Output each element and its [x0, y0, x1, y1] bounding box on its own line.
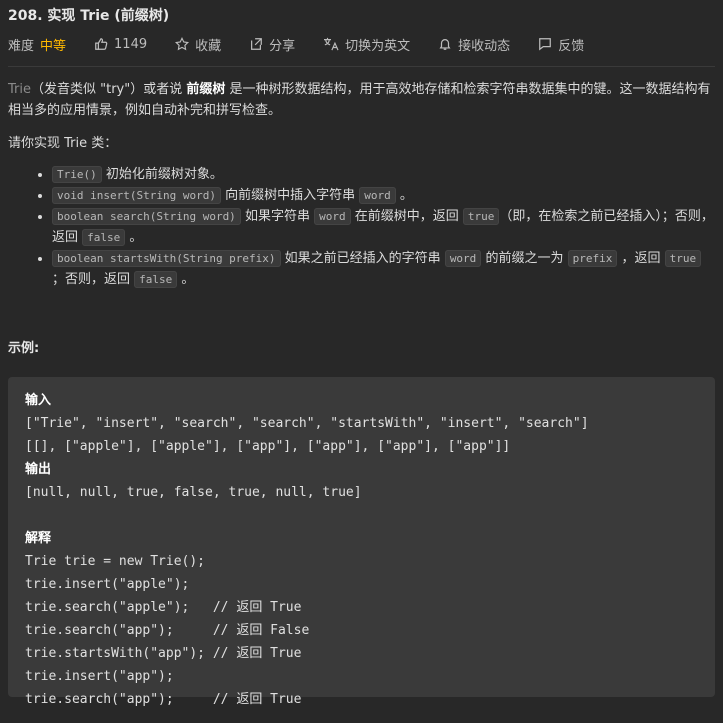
inline-code: boolean search(String word)	[52, 208, 241, 225]
inline-code: Trie()	[52, 166, 102, 183]
star-icon	[175, 37, 190, 51]
feedback-label: 反馈	[558, 38, 585, 54]
list-text: 初始化前缀树对象。	[101, 167, 223, 182]
input-line: [[], ["apple"], ["apple"], ["app"], ["ap…	[25, 439, 511, 454]
inline-code: word	[444, 250, 482, 267]
inline-code: true	[462, 208, 500, 225]
subscribe-button[interactable]: 接收动态	[438, 35, 510, 54]
list-text: 如果之前已经插入的字符串	[280, 251, 445, 266]
favorite-label: 收藏	[195, 38, 222, 54]
list-text: 。	[177, 272, 195, 287]
list-text: 向前缀树中插入字符串	[220, 188, 360, 203]
code-line: trie.search("app"); // 返回 False	[25, 623, 310, 638]
inline-code: void insert(String word)	[52, 187, 221, 204]
intro-text-a: （发音类似 "try"）或者说	[31, 82, 187, 97]
example-block: 输入 ["Trie", "insert", "search", "search"…	[8, 377, 715, 707]
output-label: 输出	[25, 462, 52, 477]
example-title: 示例:	[8, 341, 40, 356]
subscribe-label: 接收动态	[458, 38, 511, 54]
code-line: trie.insert("apple");	[25, 577, 190, 592]
list-text: 如果字符串	[240, 209, 315, 224]
inline-code: false	[134, 271, 178, 288]
code-line: trie.search("apple"); // 返回 True	[25, 600, 302, 615]
share-icon	[251, 38, 263, 50]
list-text: ；否则，返回	[52, 272, 135, 287]
list-item-trie-constructor: Trie() 初始化前缀树对象。	[52, 164, 715, 185]
list-text: 在前缀树中，返回	[350, 209, 463, 224]
favorite-button[interactable]: 收藏	[175, 35, 221, 54]
difficulty-badge: 中等	[40, 38, 67, 54]
translate-icon	[324, 37, 339, 51]
divider	[8, 66, 715, 67]
share-button[interactable]: 分享	[249, 35, 295, 54]
page-title: 208. 实现 Trie (前缀树)	[8, 8, 170, 24]
feedback-icon	[539, 38, 552, 51]
implement-prompt: 请你实现 Trie 类：	[8, 136, 118, 151]
list-text: 。	[395, 188, 413, 203]
difficulty: 难度 中等	[8, 35, 66, 54]
problem-page: 208. 实现 Trie (前缀树) 难度 中等 1149 收藏 分享 切换为英…	[0, 0, 723, 707]
list-item-search: boolean search(String word) 如果字符串 word 在…	[52, 206, 715, 248]
share-label: 分享	[269, 38, 296, 54]
explanation-label: 解释	[25, 531, 52, 546]
input-label: 输入	[25, 393, 52, 408]
thumbs-up-icon	[95, 38, 108, 50]
code-line: trie.search("app"); // 返回 True	[25, 692, 302, 707]
list-text: 的前缀之一为	[481, 251, 568, 266]
inline-code: prefix	[567, 250, 618, 267]
meta-bar: 难度 中等 1149 收藏 分享 切换为英文 接收动态 反馈	[8, 30, 715, 58]
description-intro: Trie（发音类似 "try"）或者说 前缀树 是一种树形数据结构，用于高效地存…	[8, 79, 715, 121]
code-line: trie.insert("app");	[25, 669, 174, 684]
bell-icon	[439, 39, 451, 50]
like-button[interactable]: 1149	[94, 37, 147, 52]
list-text: 。	[125, 230, 143, 245]
switch-language-button[interactable]: 切换为英文	[323, 35, 410, 54]
method-list: Trie() 初始化前缀树对象。 void insert(String word…	[8, 164, 715, 290]
list-text: ，返回	[617, 251, 665, 266]
prefix-tree-term: 前缀树	[186, 82, 226, 97]
title-row: 208. 实现 Trie (前缀树)	[8, 0, 715, 30]
input-line: ["Trie", "insert", "search", "search", "…	[25, 416, 589, 431]
inline-code: word	[314, 208, 351, 225]
switch-language-label: 切换为英文	[345, 38, 411, 54]
list-item-insert: void insert(String word) 向前缀树中插入字符串 word…	[52, 185, 715, 206]
inline-code: false	[82, 229, 126, 246]
feedback-button[interactable]: 反馈	[538, 35, 584, 54]
inline-code: true	[664, 250, 702, 267]
inline-code: boolean startsWith(String prefix)	[52, 250, 281, 267]
code-line: trie.startsWith("app"); // 返回 True	[25, 646, 302, 661]
code-line: Trie trie = new Trie();	[25, 554, 206, 569]
like-count: 1149	[114, 36, 148, 52]
trie-term: Trie	[8, 82, 31, 97]
output-line: [null, null, true, false, true, null, tr…	[25, 485, 362, 500]
list-item-startswith: boolean startsWith(String prefix) 如果之前已经…	[52, 248, 715, 290]
inline-code: word	[359, 187, 396, 204]
difficulty-label: 难度	[8, 38, 35, 54]
